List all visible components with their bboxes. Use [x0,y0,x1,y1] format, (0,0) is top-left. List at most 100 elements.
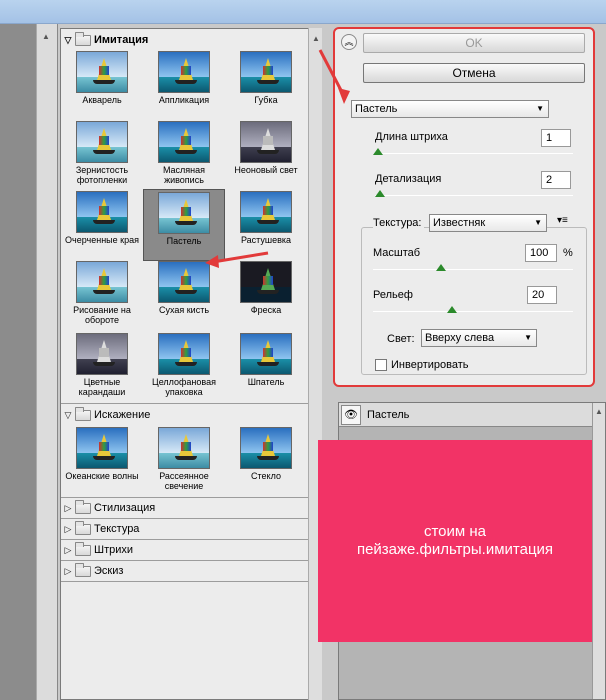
detail-slider[interactable] [375,195,573,196]
filter-thumb-fresco[interactable]: Фреска [225,261,307,315]
category-label: Эскиз [94,565,124,577]
texture-label: Текстура: [373,217,424,229]
layers-scrollbar[interactable]: ▲ [592,403,605,699]
annotation-note: стоим на пейзаже.фильтры.имитация [318,440,592,642]
stroke-length-label: Длина штриха [375,131,448,143]
filter-thumb-colored-pencil[interactable]: Цветные карандаши [61,333,143,397]
filter-thumb-poster-edges[interactable]: Очерченные края [61,191,143,245]
relief-slider-thumb[interactable] [447,306,457,313]
scroll-up-icon[interactable]: ▲ [312,34,320,43]
category-stylize[interactable]: ▷ Стилизация [61,499,308,517]
thumbnail-image [240,191,292,233]
filter-label: Аппликация [158,95,210,105]
dropdown-arrow-icon: ▼ [534,218,542,227]
filter-select-value: Пастель [355,103,398,115]
filter-thumb-sponge[interactable]: Губка [225,51,307,105]
filter-label: Акварель [82,95,122,105]
texture-select-value: Известняк [433,217,486,229]
filter-thumb-neon-glow[interactable]: Неоновый свет [225,121,307,175]
scale-input[interactable]: 100 [525,244,557,262]
folder-icon [75,406,91,421]
filter-thumb-plastic-wrap[interactable]: Целлофановая упаковка [143,333,225,397]
filter-label: Растушевка [240,235,292,245]
detail-label: Детализация [375,173,442,185]
filter-gallery: ▽ Имитация Акварель Аппликация Губка Зер… [60,28,322,700]
category-brush-strokes[interactable]: ▷ Штрихи [61,541,308,559]
filter-thumb-diffuse-glow[interactable]: Рассеянное свечение [143,427,225,491]
expand-triangle-icon[interactable]: ▽ [61,410,75,421]
folder-icon [75,499,91,514]
stroke-length-input[interactable]: 1 [541,129,571,147]
filter-thumb-watercolor[interactable]: Акварель [61,51,143,105]
filter-settings-panel: ︽ OK Отмена Пастель ▼ Длина штриха 1 Дет… [333,27,595,387]
category-label: Имитация [94,34,149,46]
category-distort[interactable]: ▽ Искажение [61,406,308,424]
filter-select[interactable]: Пастель ▼ [351,100,549,118]
filter-label: Шпатель [247,377,285,387]
image-preview[interactable] [0,24,36,700]
filter-thumb-ocean-ripple[interactable]: Океанские волны [61,427,143,481]
category-imitation[interactable]: ▽ Имитация [61,31,308,49]
filter-label: Губка [254,95,278,105]
filter-thumb-film-grain[interactable]: Зернистость фотопленки [61,121,143,185]
thumbnail-image [76,261,128,303]
filter-thumb-palette-knife[interactable]: Шпатель [225,333,307,387]
filter-label: Рассеянное свечение [159,471,209,491]
thumbnail-image [158,261,210,303]
category-label: Стилизация [94,502,156,514]
scroll-up-icon[interactable]: ▲ [595,407,603,416]
category-divider [61,581,308,582]
filter-label: Целлофановая упаковка [152,377,216,397]
filter-thumb-glass[interactable]: Стекло [225,427,307,481]
scale-slider[interactable] [373,269,573,270]
filter-label: Цветные карандаши [78,377,126,397]
collapsed-triangle-icon[interactable]: ▷ [61,545,75,556]
folder-icon [75,562,91,577]
thumbnail-image [240,51,292,93]
invert-checkbox[interactable] [375,359,387,371]
filter-label: Очерченные края [65,235,139,245]
thumbnail-image [240,121,292,163]
collapsed-triangle-icon[interactable]: ▷ [61,524,75,535]
light-select[interactable]: Вверху слева ▼ [421,329,537,347]
category-sketch[interactable]: ▷ Эскиз [61,562,308,580]
scale-slider-thumb[interactable] [436,264,446,271]
window-titlebar [0,0,606,24]
thumbnail-image [76,51,128,93]
filter-thumb-cutout[interactable]: Аппликация [143,51,225,105]
category-texture[interactable]: ▷ Текстура [61,520,308,538]
expand-triangle-icon[interactable]: ▽ [61,35,75,46]
filter-label: Океанские волны [65,471,139,481]
folder-icon [75,541,91,556]
detail-slider-thumb[interactable] [375,190,385,197]
stroke-length-slider[interactable] [375,153,573,154]
filter-thumb-dry-brush[interactable]: Сухая кисть [143,261,225,315]
filter-thumb-underpainting[interactable]: Рисование на обороте [61,261,143,325]
eye-icon[interactable]: 👁 [341,404,361,425]
collapsed-triangle-icon[interactable]: ▷ [61,503,75,514]
layer-label: Пастель [367,408,410,421]
filter-thumb-pastel[interactable]: Пастель [143,189,225,261]
folder-icon [75,31,91,46]
thumbnail-image [158,333,210,375]
filter-label: Неоновый свет [234,165,298,175]
scroll-up-icon[interactable]: ▲ [42,32,50,41]
detail-input[interactable]: 2 [541,171,571,189]
effect-layer-row[interactable]: 👁 Пастель [339,403,593,427]
filter-thumb-smudge[interactable]: Растушевка [225,191,307,245]
light-select-value: Вверху слева [425,332,495,344]
thumbnail-image [240,333,292,375]
cancel-button[interactable]: Отмена [363,63,585,83]
filter-thumb-oil-paint[interactable]: Масляная живопись [143,121,225,185]
stroke-length-slider-thumb[interactable] [373,148,383,155]
relief-slider[interactable] [373,311,573,312]
texture-menu-icon[interactable]: ▾≡ [557,215,568,226]
preview-scrollbar[interactable]: ▲ [36,24,58,700]
thumbnail-image [158,192,210,234]
filter-label: Рисование на обороте [73,305,131,325]
collapse-chevron-icon[interactable]: ︽ [341,34,357,50]
ok-button[interactable]: OK [363,33,585,53]
collapsed-triangle-icon[interactable]: ▷ [61,566,75,577]
texture-select[interactable]: Известняк ▼ [429,214,547,232]
relief-input[interactable]: 20 [527,286,557,304]
